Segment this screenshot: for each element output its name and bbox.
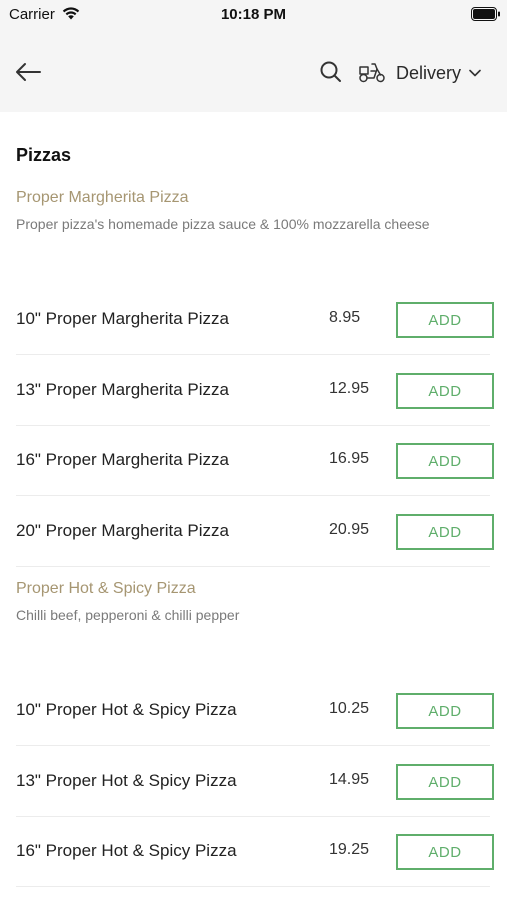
menu-item-row: 10" Proper Hot & Spicy Pizza 10.25 ADD xyxy=(16,676,494,746)
menu-item-row: 10" Proper Margherita Pizza 8.95 ADD xyxy=(16,285,494,355)
item-price: 14.95 xyxy=(329,771,370,788)
status-time: 10:18 PM xyxy=(220,6,287,23)
add-button[interactable]: ADD xyxy=(396,443,494,479)
delivery-label: Delivery xyxy=(396,62,462,83)
item-price: 12.95 xyxy=(329,380,370,397)
item-price: 20.95 xyxy=(329,521,370,538)
menu-item-row: 16" Proper Hot & Spicy Pizza 19.25 ADD xyxy=(16,817,494,887)
item-name: 13" Proper Margherita Pizza xyxy=(16,380,229,399)
delivery-mode-select[interactable]: Delivery xyxy=(396,60,481,86)
chevron-down-icon xyxy=(469,69,481,77)
menu-item-row: 16" Proper Margherita Pizza 16.95 ADD xyxy=(16,426,494,496)
menu-item-row: 13" Proper Margherita Pizza 12.95 ADD xyxy=(16,356,494,426)
add-button[interactable]: ADD xyxy=(396,514,494,550)
item-price: 16.95 xyxy=(329,450,370,467)
status-bar: Carrier 10:18 PM xyxy=(0,0,507,32)
scooter-icon xyxy=(359,63,385,83)
item-name: 16" Proper Margherita Pizza xyxy=(16,450,229,469)
back-button[interactable] xyxy=(10,56,46,88)
menu-item-row: 20" Proper Margherita Pizza 20.95 ADD xyxy=(16,497,494,567)
add-button[interactable]: ADD xyxy=(396,834,494,870)
group-description: Chilli beef, pepperoni & chilli pepper xyxy=(16,607,240,623)
battery-icon xyxy=(471,7,500,21)
add-button[interactable]: ADD xyxy=(396,373,494,409)
item-price: 10.25 xyxy=(329,700,370,717)
section-title: Pizzas xyxy=(16,145,72,165)
group-description: Proper pizza's homemade pizza sauce & 10… xyxy=(16,216,430,232)
menu-item-row: 13" Proper Hot & Spicy Pizza 14.95 ADD xyxy=(16,747,494,817)
add-button[interactable]: ADD xyxy=(396,302,494,338)
item-name: 10" Proper Margherita Pizza xyxy=(16,309,229,328)
header-bar: Delivery xyxy=(0,32,507,112)
group-title: Proper Hot & Spicy Pizza xyxy=(16,580,196,597)
search-icon[interactable] xyxy=(317,58,345,86)
group-title: Proper Margherita Pizza xyxy=(16,189,189,206)
add-button[interactable]: ADD xyxy=(396,764,494,800)
item-name: 10" Proper Hot & Spicy Pizza xyxy=(16,700,237,719)
item-price: 8.95 xyxy=(329,309,361,326)
item-price: 19.25 xyxy=(329,841,370,858)
item-name: 13" Proper Hot & Spicy Pizza xyxy=(16,771,237,790)
item-name: 20" Proper Margherita Pizza xyxy=(16,521,229,540)
back-arrow-icon xyxy=(16,63,41,81)
item-name: 16" Proper Hot & Spicy Pizza xyxy=(16,841,237,860)
add-button[interactable]: ADD xyxy=(396,693,494,729)
